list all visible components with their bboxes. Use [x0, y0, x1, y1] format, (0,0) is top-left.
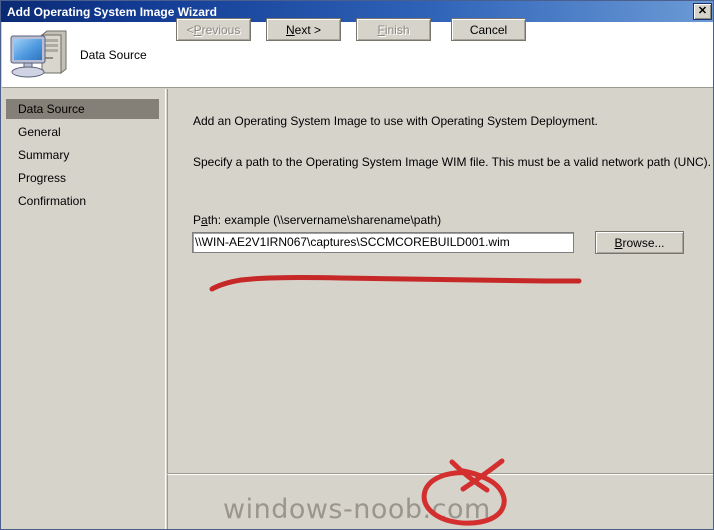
browse-button[interactable]: Browse... — [595, 231, 684, 254]
browse-label: rowse... — [622, 235, 665, 250]
close-icon: ✕ — [697, 5, 708, 17]
previous-label: revious — [201, 22, 241, 37]
path-label-prefix: P — [193, 213, 202, 227]
main-content: Add an Operating System Image to use wit… — [167, 89, 713, 474]
cancel-label: Cancel — [469, 22, 508, 37]
wizard-footer — [167, 474, 713, 529]
computer-icon — [8, 27, 70, 83]
sidebar-item-general[interactable]: General — [2, 122, 165, 142]
path-input[interactable]: \\WIN-AE2V1IRN067\captures\SCCMCOREBUILD… — [192, 232, 574, 253]
instruction-text: Specify a path to the Operating System I… — [193, 155, 711, 169]
previous-accelerator: P — [193, 22, 202, 37]
finish-accelerator: F — [377, 22, 385, 37]
wizard-window: Add Operating System Image Wizard ✕ Data… — [0, 0, 714, 530]
path-label-suffix: th: example (\\servername\sharename\path… — [207, 213, 442, 227]
previous-button[interactable]: < Previous — [176, 18, 251, 41]
window-title: Add Operating System Image Wizard — [7, 4, 217, 19]
sidebar-item-data-source[interactable]: Data Source — [6, 99, 159, 119]
close-button[interactable]: ✕ — [693, 3, 712, 20]
sidebar-item-progress[interactable]: Progress — [2, 168, 165, 188]
finish-label: inish — [384, 22, 410, 37]
path-label-accelerator: a — [201, 213, 208, 227]
wizard-sidebar: Data Source General Summary Progress Con… — [2, 89, 166, 529]
finish-button[interactable]: Finish — [356, 18, 431, 41]
path-label: Path: example (\\servername\sharename\pa… — [193, 213, 441, 227]
next-accelerator: N — [285, 22, 295, 37]
browse-accelerator: B — [614, 235, 623, 250]
page-title: Data Source — [80, 47, 147, 62]
next-button[interactable]: Next > — [266, 18, 341, 41]
intro-text: Add an Operating System Image to use wit… — [193, 114, 598, 128]
sidebar-item-confirmation[interactable]: Confirmation — [2, 191, 165, 211]
next-label: ext > — [294, 22, 322, 37]
cancel-button[interactable]: Cancel — [451, 18, 526, 41]
sidebar-item-summary[interactable]: Summary — [2, 145, 165, 165]
previous-label-prefix: < — [186, 22, 194, 37]
